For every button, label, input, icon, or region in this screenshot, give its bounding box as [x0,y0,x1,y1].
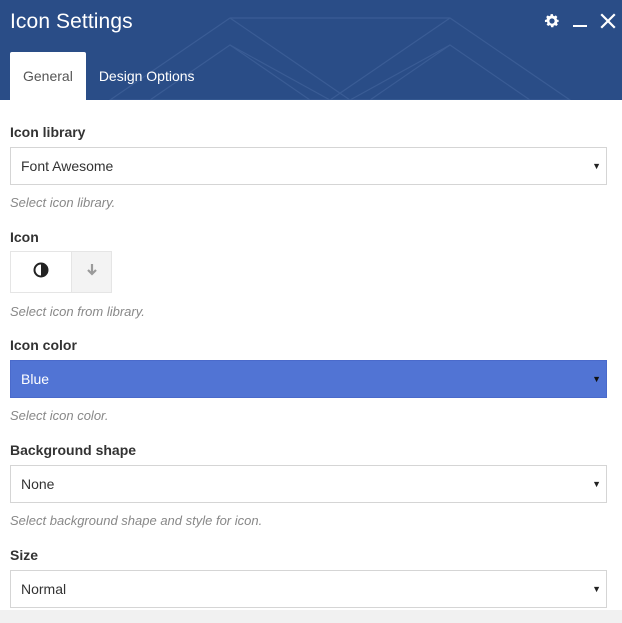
icon-preview[interactable] [10,251,72,293]
adjust-icon [33,262,49,283]
icon-color-value: Blue [21,371,50,387]
size-select[interactable]: Normal ▼ [10,570,607,608]
background-shape-label: Background shape [10,442,137,458]
icon-dropdown-button[interactable] [72,251,112,293]
tab-general[interactable]: General [10,52,86,100]
icon-library-value: Font Awesome [21,158,114,174]
icon-color-select[interactable]: Blue ▼ [10,360,607,398]
minimize-icon [572,13,588,34]
size-value: Normal [21,581,67,597]
size-label: Size [10,547,39,563]
icon-library-label: Icon library [10,124,86,140]
window-controls [538,10,622,36]
caret-down-icon: ▼ [592,479,601,489]
caret-down-icon: ▼ [592,374,601,384]
icon-library-field: Icon library Font Awesome ▼ Select icon … [10,122,607,212]
caret-down-icon: ▼ [592,584,601,594]
caret-down-icon: ▼ [592,161,601,171]
close-icon [600,12,616,34]
icon-help: Select icon from library. [10,304,145,319]
gear-icon [543,12,561,35]
minimize-button[interactable] [566,10,594,36]
arrow-down-icon [85,263,99,282]
icon-library-select[interactable]: Font Awesome ▼ [10,147,607,185]
icon-label: Icon [10,229,39,245]
tab-design-options[interactable]: Design Options [86,52,208,100]
icon-color-label: Icon color [10,337,77,353]
settings-button[interactable] [538,10,566,36]
background-shape-field: Background shape None ▼ Select backgroun… [10,440,607,530]
dialog-header: Icon Settings General Design Options [0,0,622,100]
dialog-footer [0,610,622,623]
icon-picker [10,251,607,293]
icon-color-field: Icon color Blue ▼ Select icon color. [10,335,607,425]
close-button[interactable] [594,10,622,36]
tab-bar: General Design Options [10,52,208,100]
background-shape-value: None [21,476,55,492]
size-field: Size Normal ▼ [10,545,607,608]
background-shape-help: Select background shape and style for ic… [10,513,263,528]
dialog-title: Icon Settings [10,10,133,33]
background-shape-select[interactable]: None ▼ [10,465,607,503]
icon-library-help: Select icon library. [10,195,116,210]
icon-color-help: Select icon color. [10,408,109,423]
icon-field: Icon Select icon from library. [10,227,607,321]
